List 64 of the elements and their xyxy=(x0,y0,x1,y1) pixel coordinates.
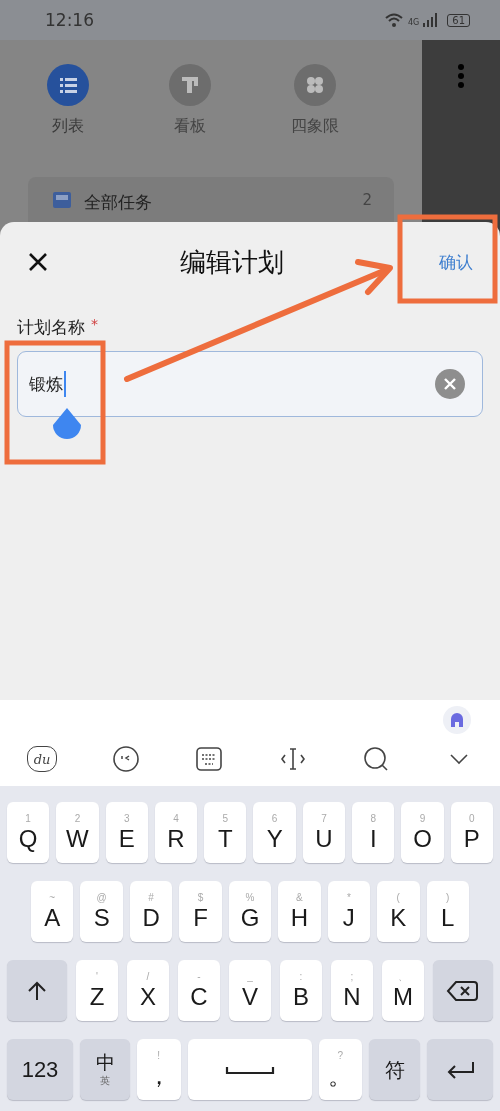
keyboard-key[interactable]: ! ， xyxy=(137,1039,181,1100)
keyboard-key[interactable]: $ F xyxy=(179,881,222,942)
keyboard-key[interactable]: % G xyxy=(228,881,272,942)
dialog-title: 编辑计划 xyxy=(180,245,284,279)
keyboard-key[interactable]: ~ A xyxy=(31,881,74,942)
keyboard-key[interactable]: 0 P xyxy=(450,802,493,863)
assistant-icon xyxy=(442,705,472,735)
clear-button[interactable] xyxy=(435,369,465,399)
inbox-icon xyxy=(52,191,72,209)
close-icon xyxy=(444,378,456,390)
keyboard-key[interactable]: ) L xyxy=(426,881,469,942)
shift-key[interactable] xyxy=(7,960,67,1021)
keyboard-key[interactable]: 、 M xyxy=(382,960,424,1021)
required-mark: * xyxy=(91,316,98,332)
keyboard-key[interactable]: 123 xyxy=(7,1039,73,1100)
keyboard-key[interactable]: ? 。 xyxy=(318,1039,362,1100)
network-label: 4G xyxy=(407,18,420,27)
keyboard-key[interactable]: 1 Q xyxy=(7,802,50,863)
close-icon xyxy=(28,252,48,272)
space-icon xyxy=(224,1064,275,1075)
keyboard-key[interactable]: 2 W xyxy=(56,802,99,863)
close-button[interactable] xyxy=(28,252,48,272)
backspace-key[interactable] xyxy=(433,960,493,1021)
keyboard-key[interactable]: # D xyxy=(129,881,173,942)
keyboard-key[interactable]: @ S xyxy=(80,881,123,942)
keyboard-key[interactable]: 中 英 xyxy=(80,1039,130,1100)
emoji-icon[interactable] xyxy=(112,745,141,773)
text-cursor xyxy=(64,371,66,397)
search-icon[interactable] xyxy=(361,745,390,773)
selection-handle xyxy=(53,408,81,439)
battery-level: 61 xyxy=(447,13,470,27)
grid-icon xyxy=(294,64,336,106)
keyboard-key[interactable]: / X xyxy=(127,960,169,1021)
more-icon xyxy=(457,63,465,89)
keyboard-key[interactable]: 4 R xyxy=(154,802,198,863)
keyboard-key[interactable]: ; N xyxy=(331,960,373,1021)
keyboard-key[interactable]: ( K xyxy=(377,881,420,942)
keyboard-key[interactable]: - C xyxy=(178,960,220,1021)
field-label: 计划名称 xyxy=(17,316,85,339)
keyboard-icon[interactable] xyxy=(195,745,224,773)
enter-key[interactable] xyxy=(427,1039,493,1100)
keyboard-key[interactable]: _ V xyxy=(229,960,271,1021)
wifi-icon xyxy=(383,12,404,28)
enter-icon xyxy=(445,1059,475,1080)
keyboard-key[interactable]: 符 xyxy=(369,1039,420,1100)
keyboard-key[interactable]: 9 O xyxy=(401,802,444,863)
backspace-icon xyxy=(446,978,480,1003)
keyboard-key[interactable]: & H xyxy=(278,881,321,942)
keyboard-key[interactable]: 6 Y xyxy=(253,802,296,863)
keyboard-logo[interactable]: du xyxy=(27,746,57,772)
keyboard-key[interactable]: * J xyxy=(327,881,371,942)
keyboard-key[interactable]: 3 E xyxy=(105,802,148,863)
keyboard-key[interactable]: 7 U xyxy=(302,802,346,863)
signal-icon xyxy=(423,13,438,27)
list-icon xyxy=(47,64,89,106)
status-time: 12:16 xyxy=(45,10,94,30)
keyboard-key[interactable]: : B xyxy=(280,960,322,1021)
board-icon xyxy=(169,64,211,106)
keyboard-key[interactable]: 5 T xyxy=(204,802,247,863)
confirm-button[interactable]: 确认 xyxy=(435,246,477,278)
name-field[interactable]: 锻炼 xyxy=(17,351,483,417)
cursor-move-icon[interactable] xyxy=(278,745,307,773)
keyboard-key[interactable]: 8 I xyxy=(352,802,395,863)
keyboard-key[interactable]: ' Z xyxy=(76,960,118,1021)
